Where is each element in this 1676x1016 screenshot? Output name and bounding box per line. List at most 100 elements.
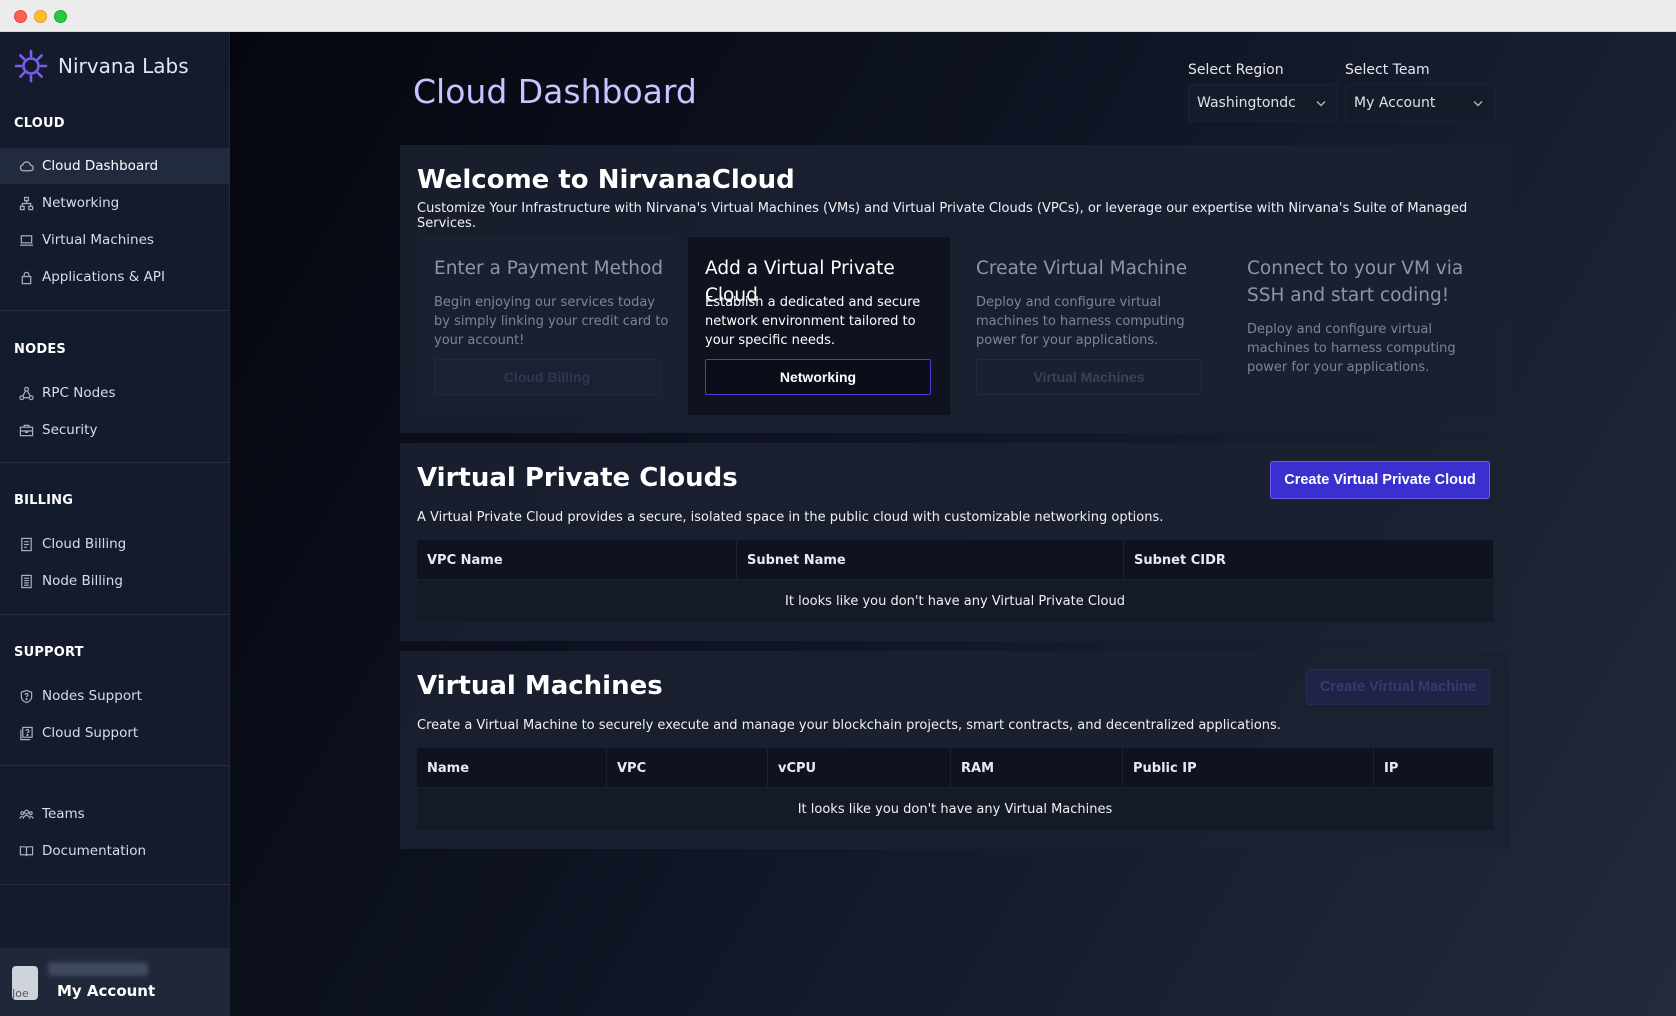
create-vpc-button[interactable]: Create Virtual Private Cloud <box>1270 461 1490 499</box>
vpc-table: VPC Name Subnet Name Subnet CIDR It look… <box>417 540 1493 622</box>
networking-button[interactable]: Networking <box>705 359 931 395</box>
sidebar-item-applications-api[interactable]: Applications & API <box>0 259 230 295</box>
empty-state-message: It looks like you don't have any Virtual… <box>797 801 1113 817</box>
section-title-support: SUPPORT <box>14 645 84 660</box>
book-icon <box>18 843 34 859</box>
card-title: Create Virtual Machine <box>976 258 1188 279</box>
chevron-down-icon <box>1473 101 1483 107</box>
card-title: Enter a Payment Method <box>434 258 664 279</box>
sidebar-item-label: Applications & API <box>42 269 165 285</box>
page-title: Cloud Dashboard <box>413 72 697 111</box>
blurred-user-name <box>48 962 148 976</box>
vm-panel: Virtual Machines Create Virtual Machine … <box>400 651 1510 849</box>
table-header: VPC Name Subnet Name Subnet CIDR <box>417 540 1493 580</box>
sidebar-divider <box>0 884 230 885</box>
maximize-window-button[interactable] <box>54 10 67 23</box>
sidebar-divider <box>0 765 230 766</box>
vpc-description: A Virtual Private Cloud provides a secur… <box>417 510 1164 525</box>
region-select[interactable]: Washingtondc <box>1188 84 1338 122</box>
column-header-vcpu[interactable]: vCPU <box>768 748 951 788</box>
avatar-alt-text: Joe <box>12 987 29 1000</box>
region-select-group: Select Region Washingtondc <box>1188 62 1338 122</box>
team-select-label: Select Team <box>1345 62 1430 78</box>
sidebar-item-node-billing[interactable]: Node Billing <box>0 563 230 599</box>
column-header-vpc[interactable]: VPC <box>607 748 768 788</box>
sidebar-item-cloud-billing[interactable]: Cloud Billing <box>0 526 230 562</box>
card-description: Establish a dedicated and secure network… <box>705 295 921 348</box>
sidebar-item-label: Virtual Machines <box>42 232 154 248</box>
sidebar-divider <box>0 614 230 615</box>
region-select-value: Washingtondc <box>1197 95 1296 111</box>
sidebar-item-label: Node Billing <box>42 573 123 589</box>
create-vm-card: Create Virtual Machine Deploy and config… <box>959 237 1221 415</box>
help-shield-icon <box>18 688 34 704</box>
sidebar-item-rpc-nodes[interactable]: RPC Nodes <box>0 375 230 411</box>
sidebar-item-security[interactable]: Security <box>0 412 230 448</box>
sidebar-item-label: Cloud Billing <box>42 536 127 552</box>
welcome-panel: Welcome to NirvanaCloud Customize Your I… <box>400 145 1510 433</box>
sidebar-item-label: Security <box>42 422 98 438</box>
welcome-description: Customize Your Infrastructure with Nirva… <box>417 201 1468 231</box>
account-label: My Account <box>57 982 156 1000</box>
avatar: Joe <box>12 966 38 1000</box>
section-title-cloud: CLOUD <box>14 116 65 131</box>
vm-table: Name VPC vCPU RAM Public IP IP It looks … <box>417 748 1493 830</box>
card-description: Deploy and configure virtual machines to… <box>976 295 1185 348</box>
minimize-window-button[interactable] <box>34 10 47 23</box>
empty-state-message: It looks like you don't have any Virtual… <box>785 593 1125 609</box>
sidebar-item-label: Networking <box>42 195 120 211</box>
briefcase-icon <box>18 422 34 438</box>
team-select[interactable]: My Account <box>1345 84 1495 122</box>
chevron-down-icon <box>1316 101 1326 107</box>
receipt-icon <box>18 536 34 552</box>
document-icon <box>18 573 34 589</box>
virtual-machines-button[interactable]: Virtual Machines <box>976 359 1202 395</box>
section-title-nodes: NODES <box>14 342 66 357</box>
welcome-title: Welcome to NirvanaCloud <box>417 165 795 195</box>
payment-method-card: Enter a Payment Method Begin enjoying ou… <box>417 237 679 415</box>
account-menu[interactable]: Joe My Account <box>0 948 230 1016</box>
table-header: Name VPC vCPU RAM Public IP IP <box>417 748 1493 788</box>
card-description: Deploy and configure virtual machines to… <box>1247 322 1456 375</box>
sidebar-item-networking[interactable]: Networking <box>0 185 230 221</box>
sidebar-item-label: Documentation <box>42 843 147 859</box>
brand[interactable]: Nirvana Labs <box>14 49 189 83</box>
card-description: Begin enjoying our services today by sim… <box>434 295 669 348</box>
card-title: Connect to your VM via SSH and start cod… <box>1247 258 1464 306</box>
sidebar-item-label: Nodes Support <box>42 688 142 704</box>
region-select-label: Select Region <box>1188 62 1284 78</box>
column-header-ram[interactable]: RAM <box>951 748 1123 788</box>
column-header-subnet-name[interactable]: Subnet Name <box>737 540 1124 580</box>
team-select-value: My Account <box>1354 95 1436 111</box>
sidebar-item-label: RPC Nodes <box>42 385 116 401</box>
sidebar-item-label: Cloud Support <box>42 725 139 741</box>
vpc-title: Virtual Private Clouds <box>417 463 738 493</box>
team-icon <box>18 806 34 822</box>
sidebar-item-nodes-support[interactable]: Nodes Support <box>0 678 230 714</box>
close-window-button[interactable] <box>14 10 27 23</box>
sidebar-item-documentation[interactable]: Documentation <box>0 833 230 869</box>
sidebar-item-teams[interactable]: Teams <box>0 796 230 832</box>
cloud-billing-button[interactable]: Cloud Billing <box>434 359 660 395</box>
lock-icon <box>18 269 34 285</box>
vpc-panel: Virtual Private Clouds Create Virtual Pr… <box>400 443 1510 641</box>
sidebar-item-label: Cloud Dashboard <box>42 158 159 174</box>
column-header-name[interactable]: Name <box>417 748 607 788</box>
add-vpc-card: Add a Virtual Private Cloud Establish a … <box>688 237 950 415</box>
brand-name: Nirvana Labs <box>58 54 189 78</box>
main-content: Cloud Dashboard Select Region Washington… <box>230 32 1676 1016</box>
column-header-public-ip[interactable]: Public IP <box>1123 748 1374 788</box>
nirvana-sun-icon <box>14 49 48 83</box>
vm-description: Create a Virtual Machine to securely exe… <box>417 718 1281 733</box>
laptop-icon <box>18 232 34 248</box>
column-header-ip[interactable]: IP <box>1374 748 1493 788</box>
sidebar-item-cloud-support[interactable]: Cloud Support <box>0 715 230 751</box>
create-vm-button[interactable]: Create Virtual Machine <box>1306 669 1490 705</box>
sidebar: Nirvana Labs CLOUD Cloud Dashboard Netwo… <box>0 32 230 1016</box>
nodes-icon <box>18 385 34 401</box>
sidebar-item-cloud-dashboard[interactable]: Cloud Dashboard <box>0 148 230 184</box>
sidebar-item-virtual-machines[interactable]: Virtual Machines <box>0 222 230 258</box>
column-header-vpc-name[interactable]: VPC Name <box>417 540 737 580</box>
sidebar-divider <box>0 310 230 311</box>
column-header-subnet-cidr[interactable]: Subnet CIDR <box>1124 540 1493 580</box>
